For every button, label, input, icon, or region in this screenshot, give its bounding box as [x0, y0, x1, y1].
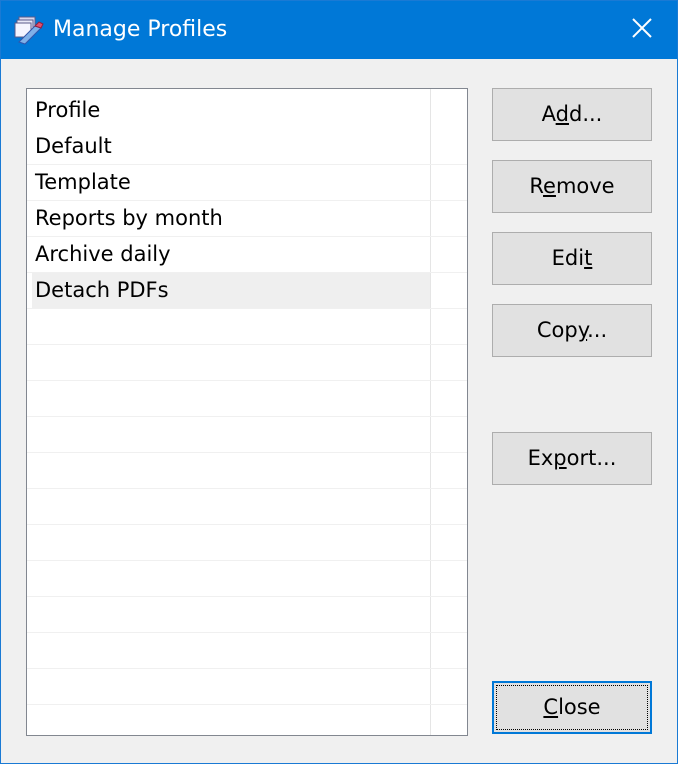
title-bar[interactable]: Manage Profiles [1, 1, 677, 59]
empty-list-row[interactable] [27, 309, 467, 345]
empty-list-row[interactable] [27, 525, 467, 561]
remove-button[interactable]: Remove [492, 160, 652, 213]
close-button[interactable]: Close [492, 681, 652, 734]
add-label-pre: A [541, 102, 556, 126]
empty-list-row[interactable] [27, 453, 467, 489]
add-mnemonic: d [555, 102, 569, 126]
list-item[interactable]: Reports by month [27, 201, 467, 237]
remove-mnemonic: e [543, 174, 556, 198]
edit-button[interactable]: Edit [492, 232, 652, 285]
window-title: Manage Profiles [53, 17, 228, 42]
empty-list-row[interactable] [27, 561, 467, 597]
list-item-label: Default [35, 134, 112, 158]
empty-list-row[interactable] [27, 633, 467, 669]
edit-label-pre: Edi [551, 246, 585, 270]
export-label-post: ort... [566, 446, 617, 470]
empty-list-row[interactable] [27, 489, 467, 525]
manage-profiles-dialog: Manage Profiles Profile Default Template R… [0, 0, 678, 764]
list-item-label: Reports by month [35, 206, 223, 230]
focus-rectangle [496, 685, 648, 730]
close-icon [631, 17, 653, 43]
empty-list-row[interactable] [27, 345, 467, 381]
copy-mnemonic: y [577, 318, 588, 342]
remove-label-pre: R [529, 174, 544, 198]
empty-list-row[interactable] [27, 417, 467, 453]
list-item[interactable]: Default [27, 129, 467, 165]
list-item-label: Detach PDFs [32, 273, 430, 308]
column-header-profile[interactable]: Profile [27, 89, 430, 129]
empty-list-row[interactable] [27, 669, 467, 705]
list-item-label: Archive daily [35, 242, 171, 266]
remove-label-post: move [555, 174, 615, 198]
app-icon [13, 14, 47, 46]
export-mnemonic: p [553, 446, 567, 470]
export-label-pre: Ex [527, 446, 554, 470]
add-label-post: d... [568, 102, 603, 126]
export-button[interactable]: Export... [492, 432, 652, 485]
empty-list-row[interactable] [27, 705, 467, 735]
list-item[interactable]: Archive daily [27, 237, 467, 273]
empty-list-row[interactable] [27, 597, 467, 633]
list-item-label: Template [35, 170, 131, 194]
column-header-label: Profile [35, 98, 101, 122]
empty-list-row[interactable] [27, 381, 467, 417]
list-item[interactable]: Detach PDFs [27, 273, 467, 309]
profiles-list[interactable]: Profile Default Template Reports by month A… [26, 88, 468, 736]
close-window-button[interactable] [607, 1, 677, 59]
copy-label-post: ... [587, 318, 608, 342]
list-item[interactable]: Template [27, 165, 467, 201]
copy-button[interactable]: Copy... [492, 304, 652, 357]
copy-label-pre: Cop [536, 318, 578, 342]
add-button[interactable]: Add... [492, 88, 652, 141]
edit-mnemonic: t [584, 246, 593, 270]
